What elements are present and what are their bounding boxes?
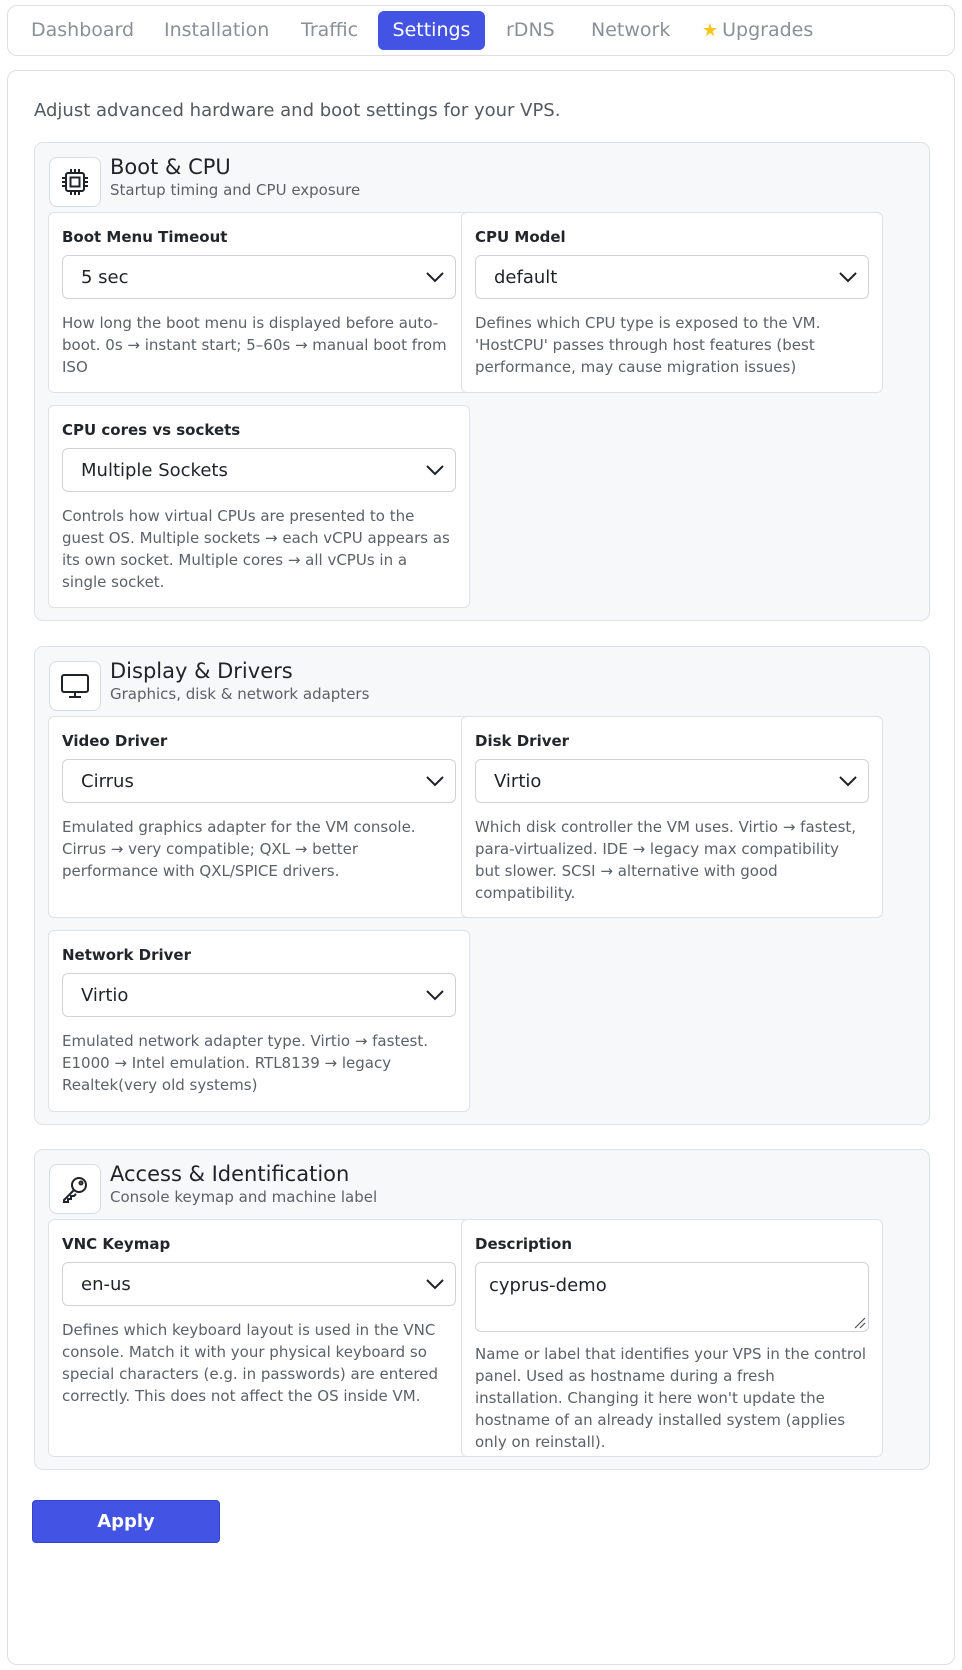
chevron-down-icon — [839, 776, 857, 787]
tab-bar: Dashboard Installation Traffic Settings … — [7, 5, 955, 56]
field-help: Which disk controller the VM uses. Virti… — [475, 818, 857, 902]
tab-label: Traffic — [301, 19, 359, 41]
resize-handle-icon[interactable] — [852, 1315, 866, 1329]
section-title: Display & Drivers — [110, 659, 293, 683]
select-value: Multiple Sockets — [81, 460, 228, 481]
field-label: VNC Keymap — [62, 1235, 171, 1253]
tab-label: Settings — [392, 19, 471, 41]
cores-sockets-select[interactable]: Multiple Sockets — [62, 448, 456, 492]
field-help: Emulated network adapter type. Virtio → … — [62, 1032, 429, 1094]
field-help: How long the boot menu is displayed befo… — [62, 314, 447, 376]
tab-network[interactable]: Network — [572, 11, 689, 50]
tab-rdns[interactable]: rDNS — [487, 11, 574, 50]
field-label: CPU Model — [475, 228, 566, 246]
intro-text: Adjust advanced hardware and boot settin… — [34, 100, 561, 121]
select-value: en-us — [81, 1274, 131, 1295]
boot-timeout-select[interactable]: 5 sec — [62, 255, 456, 299]
field-network-driver: Network Driver Virtio Emulated network a… — [48, 930, 470, 1112]
description-textarea[interactable]: cyprus-demo — [475, 1262, 869, 1332]
section-access-identification: Access & Identification Console keymap a… — [34, 1149, 930, 1470]
tab-dashboard[interactable]: Dashboard — [12, 11, 153, 50]
field-cores-sockets: CPU cores vs sockets Multiple Sockets Co… — [48, 405, 470, 608]
cpu-chip-icon — [49, 157, 101, 207]
field-label: Disk Driver — [475, 732, 570, 750]
field-description: Description cyprus-demo Name or label th… — [461, 1219, 883, 1457]
chevron-down-icon — [426, 1279, 444, 1290]
field-video-driver: Video Driver Cirrus Emulated graphics ad… — [48, 716, 470, 918]
disk-driver-select[interactable]: Virtio — [475, 759, 869, 803]
star-icon: ★ — [702, 20, 719, 41]
field-boot-timeout: Boot Menu Timeout 5 sec How long the boo… — [48, 212, 470, 393]
network-driver-select[interactable]: Virtio — [62, 973, 456, 1017]
field-label: Network Driver — [62, 946, 191, 964]
section-title: Access & Identification — [110, 1162, 350, 1186]
section-subtitle: Console keymap and machine label — [110, 1188, 378, 1206]
field-help: Defines which CPU type is exposed to the… — [475, 314, 821, 376]
monitor-icon — [49, 661, 101, 711]
section-boot-cpu: Boot & CPU Startup timing and CPU exposu… — [34, 142, 930, 621]
tab-label: Dashboard — [31, 19, 135, 41]
key-icon — [49, 1164, 101, 1214]
field-label: Description — [475, 1235, 573, 1253]
settings-card: Adjust advanced hardware and boot settin… — [7, 70, 955, 1665]
field-help: Defines which keyboard layout is used in… — [62, 1321, 438, 1405]
field-help: Name or label that identifies your VPS i… — [475, 1345, 867, 1451]
tab-label: rDNS — [506, 19, 555, 41]
field-label: CPU cores vs sockets — [62, 421, 241, 439]
chevron-down-icon — [426, 272, 444, 283]
chevron-down-icon — [839, 272, 857, 283]
field-cpu-model: CPU Model default Defines which CPU type… — [461, 212, 883, 393]
tab-label: Network — [591, 19, 671, 41]
tab-label: Upgrades — [722, 19, 814, 41]
chevron-down-icon — [426, 465, 444, 476]
tab-installation[interactable]: Installation — [145, 11, 288, 50]
tab-settings[interactable]: Settings — [378, 11, 485, 50]
select-value: 5 sec — [81, 267, 129, 288]
vnc-keymap-select[interactable]: en-us — [62, 1262, 456, 1306]
select-value: Cirrus — [81, 771, 134, 792]
section-title: Boot & CPU — [110, 155, 231, 179]
cpu-model-select[interactable]: default — [475, 255, 869, 299]
field-label: Video Driver — [62, 732, 168, 750]
field-help: Controls how virtual CPUs are presented … — [62, 507, 450, 591]
select-value: default — [494, 267, 558, 288]
apply-button[interactable]: Apply — [32, 1500, 220, 1543]
field-label: Boot Menu Timeout — [62, 228, 228, 246]
select-value: Virtio — [81, 985, 129, 1006]
field-help: Emulated graphics adapter for the VM con… — [62, 818, 416, 880]
textarea-value: cyprus-demo — [489, 1275, 607, 1296]
tab-label: Installation — [164, 19, 270, 41]
video-driver-select[interactable]: Cirrus — [62, 759, 456, 803]
section-subtitle: Graphics, disk & network adapters — [110, 685, 370, 703]
tab-traffic[interactable]: Traffic — [282, 11, 377, 50]
tab-upgrades[interactable]: ★ Upgrades — [683, 11, 832, 50]
field-disk-driver: Disk Driver Virtio Which disk controller… — [461, 716, 883, 918]
chevron-down-icon — [426, 990, 444, 1001]
section-subtitle: Startup timing and CPU exposure — [110, 181, 361, 199]
select-value: Virtio — [494, 771, 542, 792]
field-vnc-keymap: VNC Keymap en-us Defines which keyboard … — [48, 1219, 470, 1457]
section-display-drivers: Display & Drivers Graphics, disk & netwo… — [34, 646, 930, 1125]
chevron-down-icon — [426, 776, 444, 787]
